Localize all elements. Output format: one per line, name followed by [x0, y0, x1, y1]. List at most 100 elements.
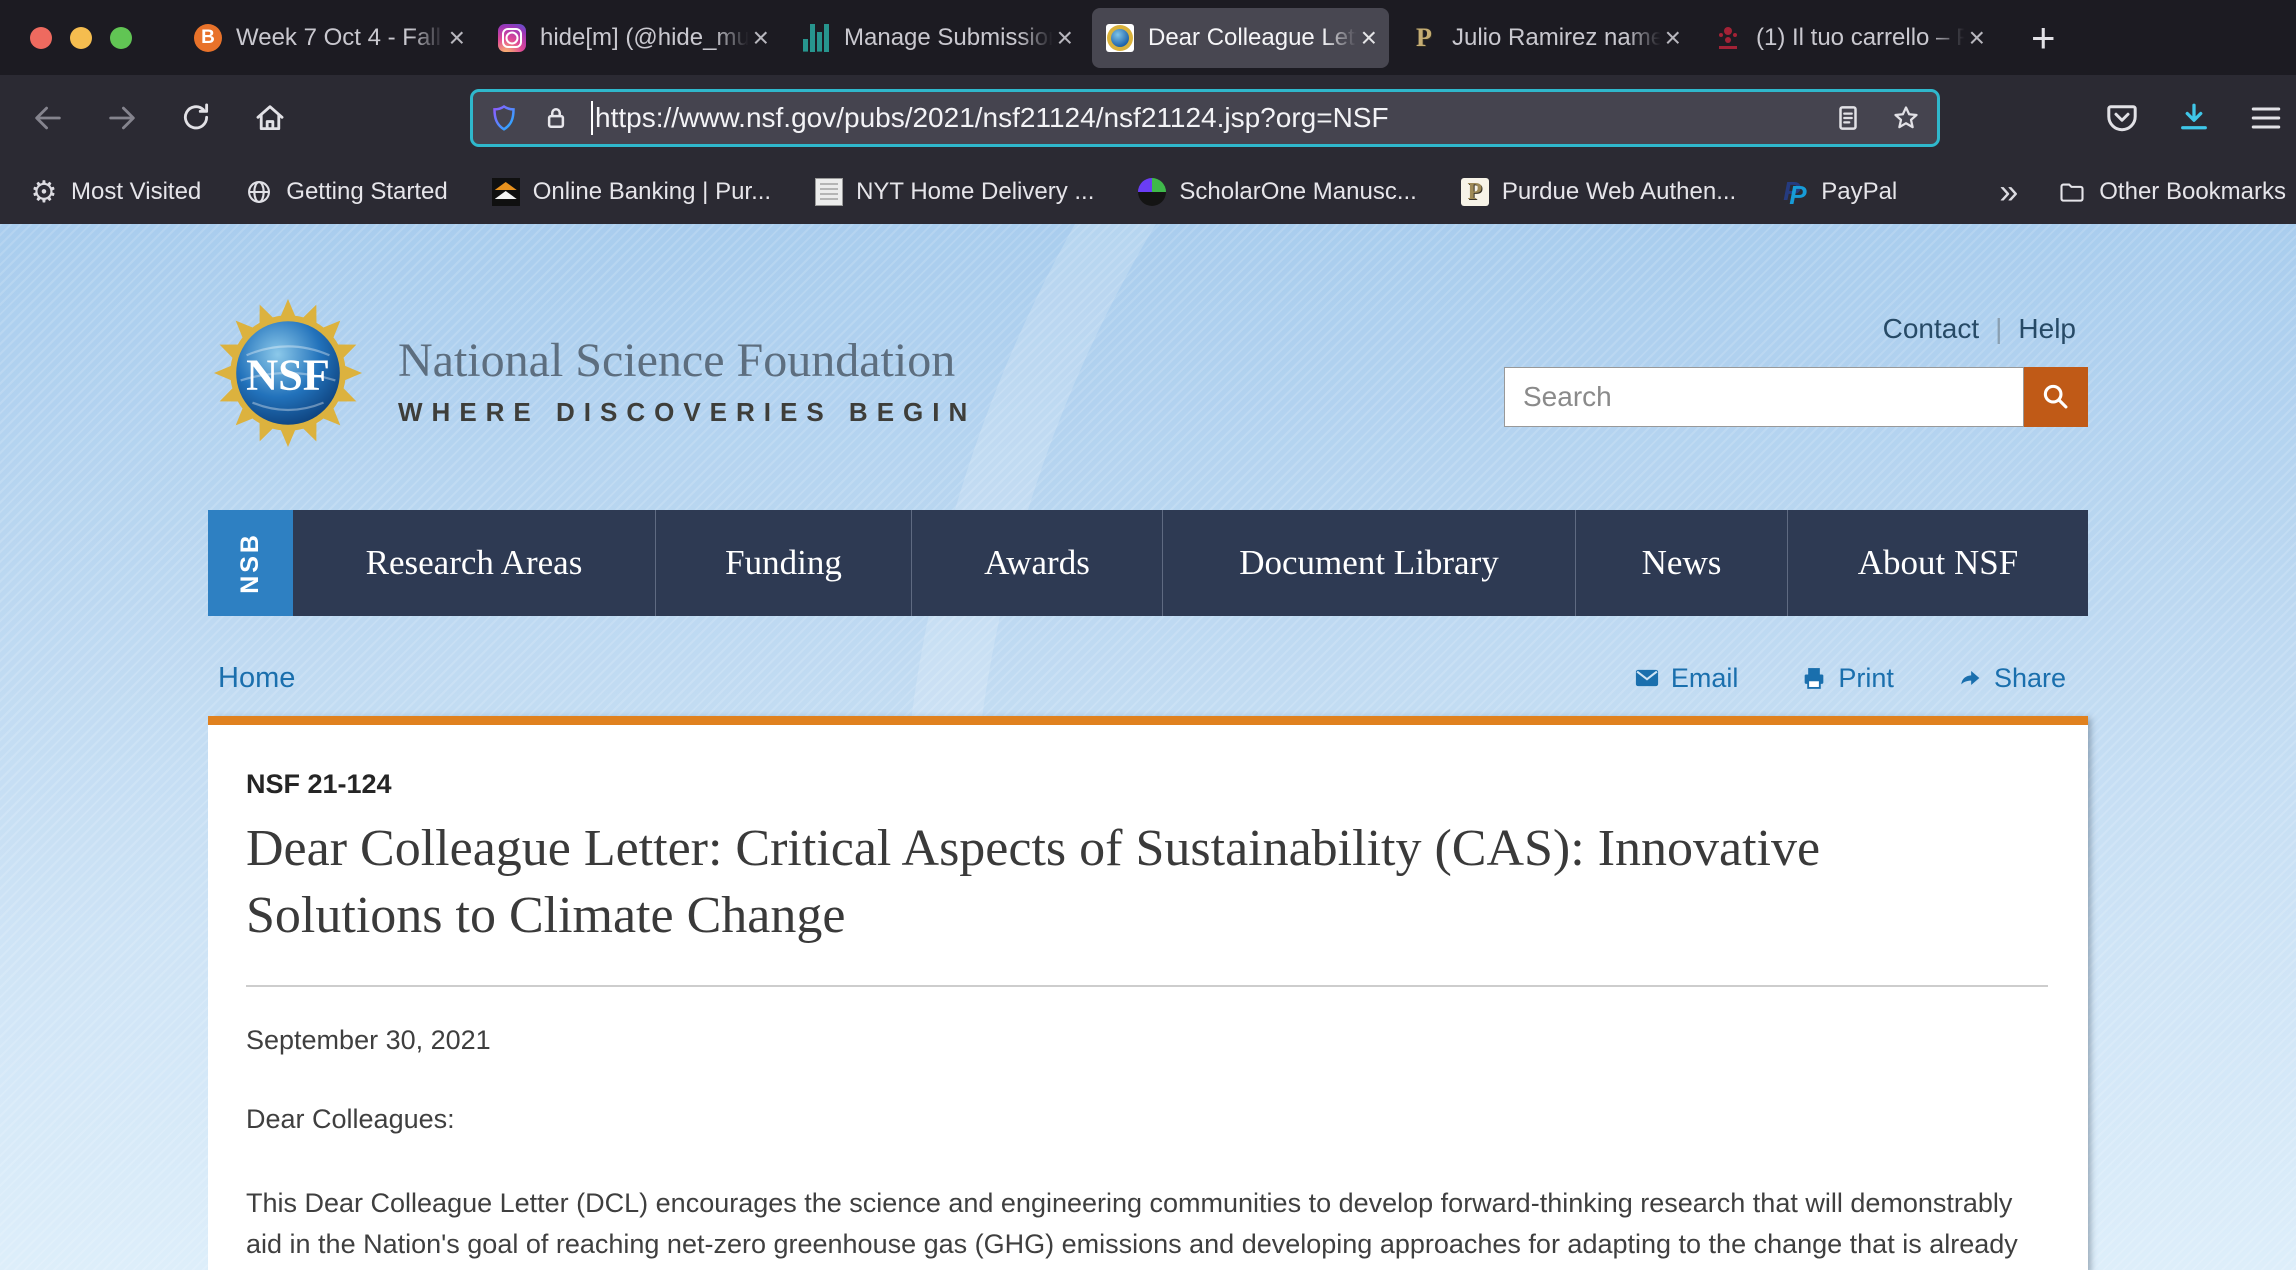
document-title: Dear Colleague Letter: Critical Aspects … [246, 816, 1886, 949]
nav-awards[interactable]: Awards [912, 510, 1163, 616]
close-window-button[interactable] [30, 27, 52, 49]
scholarone-icon [1138, 178, 1166, 206]
reload-button[interactable] [174, 96, 218, 140]
tab-manage-submissions[interactable]: Manage Submissions [788, 8, 1085, 68]
tab-dear-colleague-active[interactable]: Dear Colleague Lette [1092, 8, 1389, 68]
nav-news[interactable]: News [1576, 510, 1788, 616]
tab-close-icon[interactable] [449, 24, 465, 52]
contact-link[interactable]: Contact [1883, 313, 1980, 345]
tab-title: Julio Ramirez named [1452, 24, 1665, 52]
divider: | [1995, 313, 2002, 345]
urlbar-actions [1833, 103, 1921, 133]
tab-close-icon[interactable] [1057, 24, 1073, 52]
site-search [1504, 367, 2088, 427]
tab-close-icon[interactable] [1969, 24, 1985, 52]
bookmarks-toolbar: Most Visited Getting Started Online Bank… [0, 160, 2296, 224]
nsf-favicon [1106, 24, 1134, 52]
tab-title: Dear Colleague Lette [1148, 24, 1361, 52]
bookmark-most-visited[interactable]: Most Visited [30, 178, 201, 206]
email-link[interactable]: Email [1633, 663, 1739, 694]
breadcrumb-home-link[interactable]: Home [218, 662, 295, 695]
tab-close-icon[interactable] [753, 24, 769, 52]
tab-week7[interactable]: Week 7 Oct 4 - Fall 2 [180, 8, 477, 68]
address-bar[interactable]: https://www.nsf.gov/pubs/2021/nsf21124/n… [470, 89, 1940, 147]
tracking-protection-shield-icon[interactable] [489, 103, 519, 133]
reader-view-icon[interactable] [1833, 103, 1863, 133]
back-button[interactable] [26, 96, 70, 140]
folder-icon [2058, 178, 2086, 206]
nav-document-library[interactable]: Document Library [1163, 510, 1576, 616]
page-content: NSF National Science Foundation WHERE DI… [0, 224, 2296, 1270]
browser-window: Week 7 Oct 4 - Fall 2 hide[m] (@hide_mun… [0, 0, 2296, 1270]
magnifier-icon [2039, 380, 2073, 414]
tab-close-icon[interactable] [1665, 24, 1681, 52]
bookmark-label: PayPal [1821, 178, 1897, 206]
salutation: Dear Colleagues: [246, 1104, 2048, 1135]
instagram-favicon [498, 24, 526, 52]
share-icon [1956, 664, 1984, 692]
gear-icon [30, 178, 58, 206]
tab-close-icon[interactable] [1361, 24, 1377, 52]
bookmark-label: NYT Home Delivery ... [856, 178, 1094, 206]
bookmark-purdue-auth[interactable]: Purdue Web Authen... [1461, 178, 1736, 206]
bookmark-star-icon[interactable] [1891, 103, 1921, 133]
zoom-window-button[interactable] [110, 27, 132, 49]
url-text[interactable]: https://www.nsf.gov/pubs/2021/nsf21124/n… [595, 102, 1821, 134]
minimize-window-button[interactable] [70, 27, 92, 49]
org-tagline: WHERE DISCOVERIES BEGIN [398, 397, 976, 428]
purdue-p-icon [1461, 178, 1489, 206]
navigation-toolbar: https://www.nsf.gov/pubs/2021/nsf21124/n… [0, 75, 2296, 160]
other-bookmarks-folder[interactable]: Other Bookmarks [2058, 178, 2286, 206]
nav-funding[interactable]: Funding [656, 510, 912, 616]
piacenza-favicon [1714, 24, 1742, 52]
tab-strip: Week 7 Oct 4 - Fall 2 hide[m] (@hide_mun… [180, 0, 1997, 75]
text-cursor [591, 101, 593, 135]
search-button[interactable] [2024, 367, 2088, 427]
bookmark-scholarone[interactable]: ScholarOne Manusc... [1138, 178, 1416, 206]
tab-title: (1) Il tuo carrello – Pia [1756, 24, 1969, 52]
bookmark-getting-started[interactable]: Getting Started [245, 178, 447, 206]
menu-hamburger-icon[interactable] [2248, 100, 2284, 136]
tab-title: hide[m] (@hide_mun [540, 24, 753, 52]
share-link[interactable]: Share [1956, 663, 2066, 694]
downloads-icon[interactable] [2176, 100, 2212, 136]
bookmark-online-banking[interactable]: Online Banking | Pur... [492, 178, 771, 206]
bookmark-label: Getting Started [286, 178, 447, 206]
tab-carrello[interactable]: (1) Il tuo carrello – Pia [1700, 8, 1997, 68]
nsb-tab[interactable]: NSB [208, 510, 293, 616]
utility-links: Contact | Help [1883, 313, 2088, 345]
lock-icon[interactable] [541, 103, 571, 133]
new-tab-button[interactable] [2031, 17, 2056, 59]
main-navigation: NSB Research Areas Funding Awards Docume… [208, 510, 2088, 616]
tab-julio-ramirez[interactable]: Julio Ramirez named [1396, 8, 1693, 68]
paypal-icon [1780, 178, 1808, 206]
print-link[interactable]: Print [1800, 663, 1894, 694]
document-card: NSF 21-124 Dear Colleague Letter: Critic… [208, 716, 2088, 1270]
bookmark-paypal[interactable]: PayPal [1780, 178, 1897, 206]
pocket-icon[interactable] [2104, 100, 2140, 136]
help-link[interactable]: Help [2018, 313, 2076, 345]
nav-research-areas[interactable]: Research Areas [293, 510, 656, 616]
forward-button[interactable] [100, 96, 144, 140]
home-button[interactable] [248, 96, 292, 140]
tab-instagram[interactable]: hide[m] (@hide_mun [484, 8, 781, 68]
document-date: September 30, 2021 [246, 1025, 2048, 1056]
search-input[interactable] [1504, 367, 2024, 427]
tab-title: Manage Submissions [844, 24, 1057, 52]
nav-about-nsf[interactable]: About NSF [1788, 510, 2088, 616]
site-header: NSF National Science Foundation WHERE DI… [208, 224, 2088, 447]
org-name: National Science Foundation [398, 337, 976, 385]
document-paragraph: This Dear Colleague Letter (DCL) encoura… [246, 1183, 2046, 1270]
print-icon [1800, 664, 1828, 692]
globe-icon [245, 178, 273, 206]
bookmark-label: Purdue Web Authen... [1502, 178, 1736, 206]
site-brand: National Science Foundation WHERE DISCOV… [398, 337, 976, 428]
bank-chevrons-icon [492, 178, 520, 206]
breadcrumb-row: Home Email Print Share [208, 656, 2088, 700]
tab-title: Week 7 Oct 4 - Fall 2 [236, 24, 449, 52]
bookmark-nyt[interactable]: NYT Home Delivery ... [815, 178, 1094, 206]
bookmark-label: ScholarOne Manusc... [1179, 178, 1416, 206]
bookmarks-overflow-chevron[interactable] [1999, 173, 2018, 212]
nsb-label: NSB [236, 532, 265, 594]
bar-chart-favicon [802, 24, 830, 52]
